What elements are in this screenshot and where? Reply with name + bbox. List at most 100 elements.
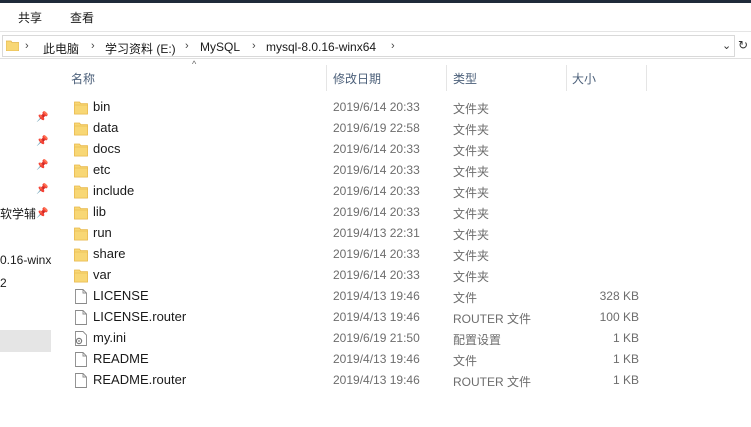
folder-icon (6, 40, 19, 51)
file-row[interactable]: LICENSE.router 2019/4/13 19:46 ROUTER 文件 10… (60, 307, 751, 328)
folder-icon (74, 121, 88, 136)
column-divider[interactable] (326, 65, 327, 91)
pin-icon[interactable]: 📌 (36, 136, 48, 148)
column-header-date[interactable]: 修改日期 (333, 70, 381, 87)
file-name: README (93, 351, 149, 366)
refresh-icon[interactable]: ↻ (738, 38, 748, 52)
file-row[interactable]: docs 2019/6/14 20:33 文件夹 (60, 139, 751, 160)
breadcrumb-mysql-8-0-16-winx64[interactable]: mysql-8.0.16-winx64 (266, 40, 376, 54)
column-header-type[interactable]: 类型 (453, 70, 477, 87)
file-name: etc (93, 162, 111, 177)
file-row[interactable]: LICENSE 2019/4/13 19:46 文件 328 KB (60, 286, 751, 307)
file-date: 2019/4/13 19:46 (333, 373, 420, 387)
file-name: include (93, 183, 135, 198)
file-date: 2019/6/14 20:33 (333, 247, 420, 261)
file-date: 2019/6/14 20:33 (333, 142, 420, 156)
file-row[interactable]: run 2019/4/13 22:31 文件夹 (60, 223, 751, 244)
breadcrumb-drive-e[interactable]: 学习资料 (E:) (105, 40, 176, 57)
ribbon-tab-share[interactable]: 共享 (18, 9, 42, 26)
nav-item-partial[interactable]: 2 (0, 276, 52, 290)
file-type: ROUTER 文件 (453, 312, 532, 326)
file-type: 文件夹 (453, 102, 490, 116)
file-date: 2019/6/14 20:33 (333, 205, 420, 219)
file-date: 2019/6/19 21:50 (333, 331, 420, 345)
chevron-down-icon[interactable]: ⌄ (722, 39, 731, 52)
folder-icon (74, 163, 88, 178)
folder-icon (74, 184, 88, 199)
file-row[interactable]: etc 2019/6/14 20:33 文件夹 (60, 160, 751, 181)
breadcrumb-this-pc[interactable]: 此电脑 (43, 40, 79, 57)
file-type: 文件夹 (453, 186, 490, 200)
breadcrumb-separator[interactable]: › (252, 40, 256, 52)
breadcrumb-separator[interactable]: › (91, 40, 95, 52)
column-divider[interactable] (566, 65, 567, 91)
folder-icon (74, 226, 88, 241)
file-type: ROUTER 文件 (453, 375, 532, 389)
file-name: run (93, 225, 112, 240)
file-row[interactable]: lib 2019/6/14 20:33 文件夹 (60, 202, 751, 223)
file-name: lib (93, 204, 107, 219)
breadcrumb-separator[interactable]: › (391, 40, 395, 52)
file-date: 2019/6/14 20:33 (333, 184, 420, 198)
file-date: 2019/6/14 20:33 (333, 268, 420, 282)
breadcrumb-separator[interactable]: › (185, 40, 189, 52)
nav-item-partial[interactable]: 软学辅 (0, 205, 36, 222)
ribbon-tab-view[interactable]: 查看 (70, 9, 94, 26)
sort-ascending-icon: ^ (192, 59, 197, 69)
nav-item-selected[interactable] (0, 330, 51, 352)
file-type: 文件 (453, 354, 478, 368)
file-date: 2019/4/13 19:46 (333, 352, 420, 366)
file-name: README.router (93, 372, 187, 387)
file-type: 文件夹 (453, 123, 490, 137)
folder-icon (74, 268, 88, 283)
file-row[interactable]: README.router 2019/4/13 19:46 ROUTER 文件 1 K… (60, 370, 751, 391)
file-size: 328 KB (599, 289, 639, 303)
file-row[interactable]: my.ini 2019/6/19 21:50 配置设置 1 KB (60, 328, 751, 349)
address-field[interactable]: › 此电脑 › 学习资料 (E:) › MySQL › mysql-8.0.16… (2, 35, 735, 57)
pin-icon[interactable]: 📌 (36, 160, 48, 172)
file-row[interactable]: README 2019/4/13 19:46 文件 1 KB (60, 349, 751, 370)
file-icon (74, 373, 88, 388)
file-date: 2019/6/19 22:58 (333, 121, 420, 135)
file-date: 2019/6/14 20:33 (333, 100, 420, 114)
breadcrumb-mysql[interactable]: MySQL (200, 40, 240, 54)
file-type: 文件夹 (453, 207, 490, 221)
pin-icon[interactable]: 📌 (36, 112, 48, 124)
file-type: 文件 (453, 291, 478, 305)
file-name: data (93, 120, 119, 135)
settings-file-icon (74, 331, 88, 346)
file-name: docs (93, 141, 121, 156)
file-date: 2019/4/13 19:46 (333, 289, 420, 303)
file-row[interactable]: share 2019/6/14 20:33 文件夹 (60, 244, 751, 265)
file-type: 文件夹 (453, 144, 490, 158)
file-row[interactable]: data 2019/6/19 22:58 文件夹 (60, 118, 751, 139)
folder-icon (74, 247, 88, 262)
folder-icon (74, 205, 88, 220)
column-header-name[interactable]: 名称 (71, 70, 95, 87)
file-size: 100 KB (599, 310, 639, 324)
file-type: 文件夹 (453, 270, 490, 284)
nav-item-partial[interactable]: 0.16-winx (0, 253, 52, 267)
column-headers: ^ 名称 修改日期 类型 大小 (60, 59, 751, 91)
column-header-size[interactable]: 大小 (572, 70, 596, 87)
column-divider[interactable] (646, 65, 647, 91)
file-type: 配置设置 (453, 333, 502, 347)
file-date: 2019/6/14 20:33 (333, 163, 420, 177)
file-type: 文件夹 (453, 165, 490, 179)
file-row[interactable]: bin 2019/6/14 20:33 文件夹 (60, 97, 751, 118)
file-size: 1 KB (612, 352, 639, 366)
file-date: 2019/4/13 19:46 (333, 310, 420, 324)
file-size: 1 KB (612, 373, 639, 387)
pin-icon[interactable]: 📌 (36, 184, 48, 196)
file-name: LICENSE.router (93, 309, 187, 324)
folder-icon (74, 100, 88, 115)
file-size: 1 KB (612, 331, 639, 345)
breadcrumb-separator[interactable]: › (25, 40, 29, 52)
pin-icon[interactable]: 📌 (36, 208, 48, 220)
file-row[interactable]: include 2019/6/14 20:33 文件夹 (60, 181, 751, 202)
file-icon (74, 289, 88, 304)
file-row[interactable]: var 2019/6/14 20:33 文件夹 (60, 265, 751, 286)
column-divider[interactable] (446, 65, 447, 91)
navigation-pane: 📌 📌 📌 📌 📌 软学辅 0.16-winx 2 (0, 60, 52, 427)
file-name: bin (93, 99, 111, 114)
